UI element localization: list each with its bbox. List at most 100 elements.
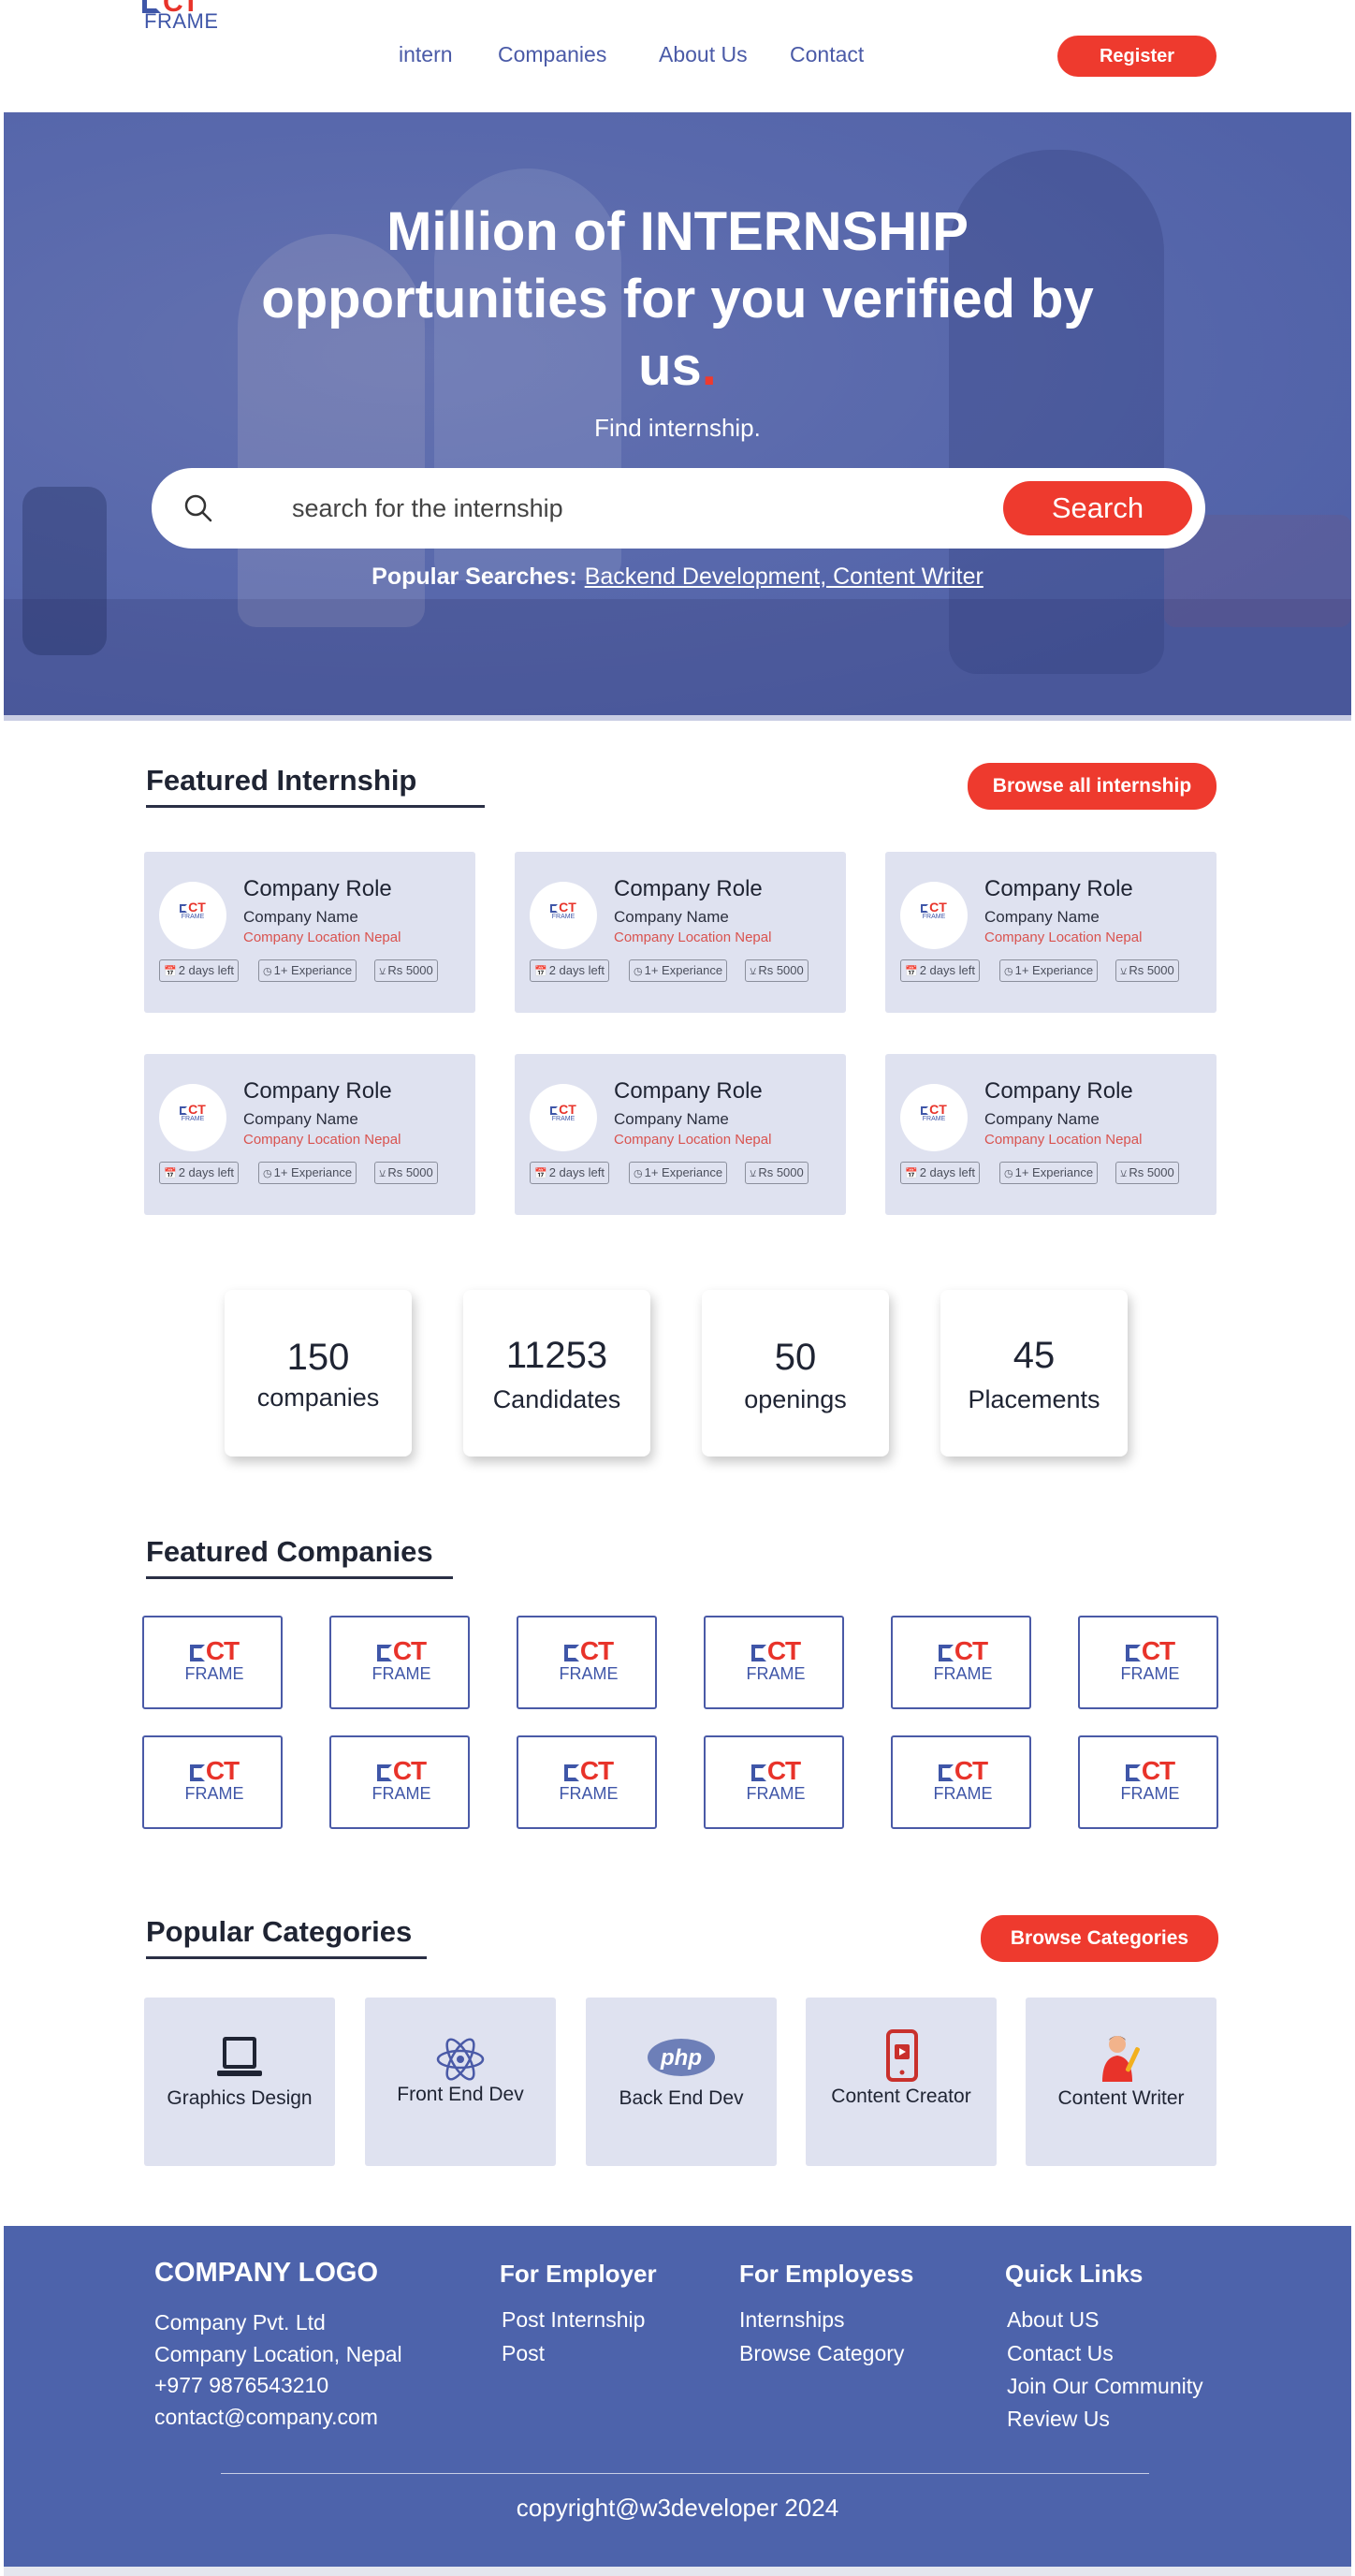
company-name: Company Name <box>984 1110 1100 1128</box>
company-logo: CT FRAME <box>921 900 947 920</box>
category-label: Graphics Design <box>167 2087 313 2109</box>
experience-badge: ◷ 1+ Experiance <box>258 959 357 982</box>
category-content-creator[interactable]: Content Creator <box>806 1998 997 2166</box>
category-front-end-dev[interactable]: Front End Dev <box>365 1998 556 2166</box>
stat-value: 150 <box>286 1337 350 1378</box>
footer-copyright: copyright@w3developer 2024 <box>516 2494 839 2522</box>
company-logo: CT FRAME <box>559 1636 619 1684</box>
company-logo-tile[interactable]: CT FRAME <box>1078 1735 1218 1829</box>
internship-card[interactable]: CT FRAME Company Role Company Name Company L… <box>515 852 846 1013</box>
experience-badge: ◷ 1+ Experiance <box>999 1162 1099 1184</box>
days-left-badge: 📅 2 days left <box>530 1162 609 1184</box>
footer-company-name: Company Pvt. Ltd <box>154 2310 326 2334</box>
footer-link-about-us[interactable]: About US <box>1007 2307 1099 2333</box>
internship-card[interactable]: CT FRAME Company Role Company Name Company L… <box>885 1054 1217 1215</box>
category-content-writer[interactable]: Content Writer <box>1026 1998 1217 2166</box>
footer-link-contact-us[interactable]: Contact Us <box>1007 2341 1114 2366</box>
company-location: Company Location Nepal <box>984 1132 1143 1148</box>
company-logo-tile[interactable]: CT FRAME <box>704 1616 844 1709</box>
company-logo: CT FRAME <box>180 900 206 920</box>
company-name: Company Name <box>984 908 1100 926</box>
featured-internship-title: Featured Internship <box>146 764 485 808</box>
internship-card[interactable]: CT FRAME Company Role Company Name Company L… <box>885 852 1217 1013</box>
footer-link-post[interactable]: Post <box>502 2341 545 2366</box>
nav-companies[interactable]: Companies <box>498 42 606 67</box>
company-role: Company Role <box>984 1078 1133 1104</box>
popular-searches-links[interactable]: Backend Development, Content Writer <box>585 564 983 590</box>
internship-card[interactable]: CT FRAME Company Role Company Name Company L… <box>144 1054 475 1215</box>
company-logo-tile[interactable]: CT FRAME <box>1078 1616 1218 1709</box>
site-logo[interactable]: CT FRAME <box>142 0 217 37</box>
clock-icon: ◷ <box>263 1168 272 1179</box>
register-button[interactable]: Register <box>1057 36 1217 77</box>
footer-link-browse-category[interactable]: Browse Category <box>739 2341 904 2366</box>
calendar-icon: 📅 <box>905 1168 918 1179</box>
stat-label: companies <box>256 1383 380 1412</box>
nav-about-us[interactable]: About Us <box>659 42 748 67</box>
company-logo-tile[interactable]: CT FRAME <box>517 1735 657 1829</box>
site-footer: COMPANY LOGO Company Pvt. Ltd Company Lo… <box>4 2226 1351 2567</box>
search-button[interactable]: Search <box>1003 481 1192 535</box>
browse-all-internship-button[interactable]: Browse all internship <box>968 763 1217 810</box>
days-left-badge: 📅 2 days left <box>900 959 980 982</box>
page: CT FRAME intern Companies About Us Conta… <box>4 0 1351 2576</box>
php-icon: php <box>648 2039 715 2076</box>
calendar-icon: 📅 <box>905 966 918 977</box>
company-role: Company Role <box>984 876 1133 901</box>
company-role: Company Role <box>614 876 763 901</box>
calendar-icon: 📅 <box>534 966 547 977</box>
stat-value: 45 <box>1013 1335 1056 1376</box>
site-header: CT FRAME intern Companies About Us Conta… <box>4 0 1351 112</box>
calendar-icon: 📅 <box>164 1168 177 1179</box>
logo-frame-text: FRAME <box>144 9 217 33</box>
company-logo-tile[interactable]: CT FRAME <box>329 1735 470 1829</box>
nav-intern[interactable]: intern <box>399 42 453 67</box>
company-logo: CT FRAME <box>746 1636 806 1684</box>
company-logo: CT FRAME <box>550 1102 576 1122</box>
footer-company-location: Company Location, Nepal <box>154 2342 402 2366</box>
company-logo-tile[interactable]: CT FRAME <box>704 1735 844 1829</box>
footer-email[interactable]: contact@company.com <box>154 2405 378 2430</box>
company-avatar: CT FRAME <box>159 1084 226 1151</box>
company-location: Company Location Nepal <box>614 929 772 945</box>
company-logo-tile[interactable]: CT FRAME <box>891 1735 1031 1829</box>
company-role: Company Role <box>243 1078 392 1104</box>
experience-badge: ◷ 1+ Experiance <box>629 959 728 982</box>
footer-link-review-us[interactable]: Review Us <box>1007 2407 1110 2432</box>
company-location: Company Location Nepal <box>984 929 1143 945</box>
clock-icon: ◷ <box>1004 966 1013 977</box>
company-logo: CT FRAME <box>372 1756 431 1804</box>
footer-link-join-community[interactable]: Join Our Community <box>1007 2374 1203 2399</box>
footer-link-post-internship[interactable]: Post Internship <box>502 2307 645 2333</box>
react-atom-icon <box>436 2038 485 2081</box>
company-logo: CT FRAME <box>550 900 576 920</box>
category-label: Content Creator <box>831 2086 971 2107</box>
stipend-badge: ⚺ Rs 5000 <box>745 1162 809 1184</box>
company-logo-tile[interactable]: CT FRAME <box>142 1616 283 1709</box>
category-back-end-dev[interactable]: php Back End Dev <box>586 1998 777 2166</box>
stat-label: openings <box>744 1385 847 1413</box>
clock-icon: ◷ <box>634 966 643 977</box>
company-logo-tile[interactable]: CT FRAME <box>891 1616 1031 1709</box>
browse-categories-button[interactable]: Browse Categories <box>981 1915 1218 1962</box>
stat-value: 50 <box>774 1337 817 1378</box>
tag-icon: ⚺ <box>379 1168 386 1179</box>
internship-card[interactable]: CT FRAME Company Role Company Name Company L… <box>515 1054 846 1215</box>
stat-card-companies: 150 companies <box>225 1290 412 1456</box>
experience-badge: ◷ 1+ Experiance <box>258 1162 357 1184</box>
stipend-badge: ⚺ Rs 5000 <box>1115 1162 1179 1184</box>
search-input[interactable] <box>292 489 947 528</box>
nav-contact[interactable]: Contact <box>790 42 864 67</box>
tag-icon: ⚺ <box>379 966 386 977</box>
laptop-icon <box>217 2037 262 2076</box>
internship-card[interactable]: CT FRAME Company Role Company Name Company L… <box>144 852 475 1013</box>
hero-banner: Million of INTERNSHIP opportunities for … <box>4 112 1351 721</box>
experience-badge: ◷ 1+ Experiance <box>999 959 1099 982</box>
page-bottom-edge <box>4 2567 1351 2576</box>
company-logo: CT FRAME <box>180 1102 206 1122</box>
category-graphics-design[interactable]: Graphics Design <box>144 1998 335 2166</box>
company-logo-tile[interactable]: CT FRAME <box>329 1616 470 1709</box>
company-logo-tile[interactable]: CT FRAME <box>142 1735 283 1829</box>
company-logo-tile[interactable]: CT FRAME <box>517 1616 657 1709</box>
footer-link-internships[interactable]: Internships <box>739 2307 845 2333</box>
